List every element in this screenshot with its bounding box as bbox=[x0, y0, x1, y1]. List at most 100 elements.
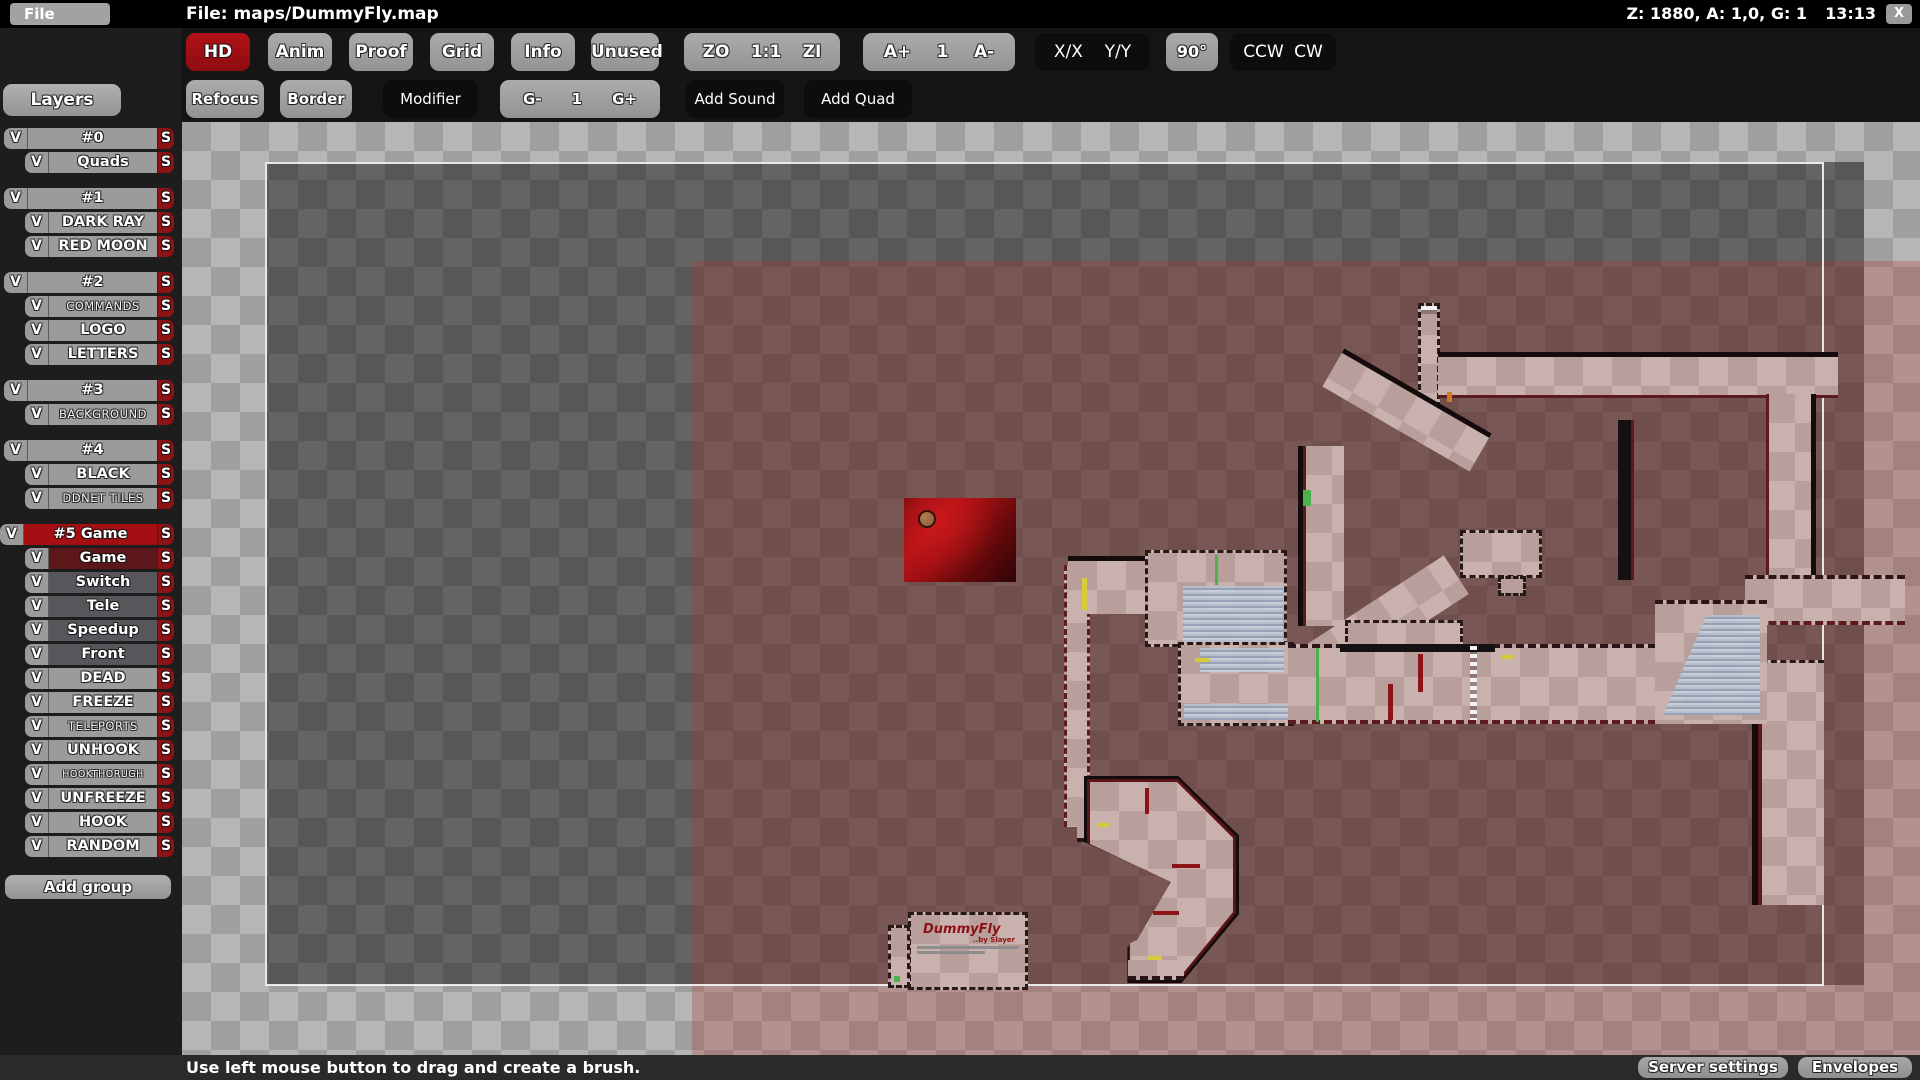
add-group-button[interactable]: Add group bbox=[5, 875, 171, 899]
anim-slower-button[interactable]: A- bbox=[974, 42, 994, 62]
layer-label[interactable]: RED MOON bbox=[49, 236, 157, 257]
grid-increase-button[interactable]: G+ bbox=[612, 90, 637, 108]
solo-button[interactable]: S bbox=[157, 788, 174, 809]
zoom-reset-button[interactable]: 1:1 bbox=[751, 42, 781, 62]
visibility-toggle[interactable]: V bbox=[25, 548, 49, 569]
solo-button[interactable]: S bbox=[157, 212, 174, 233]
solo-button[interactable]: S bbox=[157, 716, 174, 737]
solo-button[interactable]: S bbox=[157, 188, 174, 209]
visibility-toggle[interactable]: V bbox=[25, 764, 49, 785]
server-settings-button[interactable]: Server settings bbox=[1638, 1057, 1788, 1078]
solo-button[interactable]: S bbox=[157, 668, 174, 689]
visibility-toggle[interactable]: V bbox=[4, 272, 28, 293]
layer-label[interactable]: Game bbox=[49, 548, 157, 569]
layer-label[interactable]: Speedup bbox=[49, 620, 157, 641]
rotate-90-button[interactable]: 90° bbox=[1166, 33, 1218, 71]
visibility-toggle[interactable]: V bbox=[25, 788, 49, 809]
visibility-toggle[interactable]: V bbox=[25, 344, 49, 365]
solo-button[interactable]: S bbox=[157, 644, 174, 665]
solo-button[interactable]: S bbox=[157, 320, 174, 341]
visibility-toggle[interactable]: V bbox=[25, 404, 49, 425]
visibility-toggle[interactable]: V bbox=[25, 668, 49, 689]
visibility-toggle[interactable]: V bbox=[4, 128, 28, 149]
layer-label[interactable]: UNHOOK bbox=[49, 740, 157, 761]
map-canvas[interactable]: DummyFly ..by Slayer bbox=[182, 122, 1920, 1055]
layer-label[interactable]: DARK RAY bbox=[49, 212, 157, 233]
envelopes-button[interactable]: Envelopes bbox=[1798, 1057, 1912, 1078]
solo-button[interactable]: S bbox=[157, 404, 174, 425]
solo-button[interactable]: S bbox=[157, 764, 174, 785]
visibility-toggle[interactable]: V bbox=[25, 836, 49, 857]
layer-label[interactable]: #5 Game bbox=[24, 524, 157, 545]
layer-label[interactable]: COMMANDS bbox=[49, 296, 157, 317]
modifier-button[interactable]: Modifier bbox=[383, 80, 478, 118]
solo-button[interactable]: S bbox=[157, 836, 174, 857]
layer-label[interactable]: HOOKTHORUGH bbox=[49, 764, 157, 785]
solo-button[interactable]: S bbox=[157, 488, 174, 509]
visibility-toggle[interactable]: V bbox=[25, 320, 49, 341]
flip-x-button[interactable]: X/X bbox=[1054, 42, 1083, 62]
layers-panel-header[interactable]: Layers bbox=[3, 84, 121, 116]
file-menu-button[interactable]: File bbox=[10, 3, 110, 25]
solo-button[interactable]: S bbox=[157, 572, 174, 593]
solo-button[interactable]: S bbox=[157, 128, 174, 149]
solo-button[interactable]: S bbox=[157, 692, 174, 713]
layer-label[interactable]: FREEZE bbox=[49, 692, 157, 713]
close-editor-button[interactable]: X bbox=[1886, 4, 1912, 24]
solo-button[interactable]: S bbox=[157, 380, 174, 401]
visibility-toggle[interactable]: V bbox=[25, 716, 49, 737]
solo-button[interactable]: S bbox=[157, 272, 174, 293]
anim-toggle-button[interactable]: Anim bbox=[268, 33, 332, 71]
visibility-toggle[interactable]: V bbox=[25, 152, 49, 173]
solo-button[interactable]: S bbox=[157, 440, 174, 461]
layer-label[interactable]: LOGO bbox=[49, 320, 157, 341]
layer-label[interactable]: RANDOM bbox=[49, 836, 157, 857]
add-quad-button[interactable]: Add Quad bbox=[804, 80, 912, 118]
visibility-toggle[interactable]: V bbox=[25, 572, 49, 593]
layer-label[interactable]: DDNET TILES bbox=[49, 488, 157, 509]
solo-button[interactable]: S bbox=[157, 152, 174, 173]
layer-label[interactable]: HOOK bbox=[49, 812, 157, 833]
grid-toggle-button[interactable]: Grid bbox=[430, 33, 494, 71]
solo-button[interactable]: S bbox=[157, 812, 174, 833]
visibility-toggle[interactable]: V bbox=[4, 380, 28, 401]
solo-button[interactable]: S bbox=[157, 524, 174, 545]
solo-button[interactable]: S bbox=[157, 344, 174, 365]
visibility-toggle[interactable]: V bbox=[25, 812, 49, 833]
solo-button[interactable]: S bbox=[157, 740, 174, 761]
grid-decrease-button[interactable]: G- bbox=[523, 90, 542, 108]
visibility-toggle[interactable]: V bbox=[25, 692, 49, 713]
visibility-toggle[interactable]: V bbox=[4, 440, 28, 461]
solo-button[interactable]: S bbox=[157, 464, 174, 485]
visibility-toggle[interactable]: V bbox=[25, 464, 49, 485]
layer-label[interactable]: UNFREEZE bbox=[49, 788, 157, 809]
solo-button[interactable]: S bbox=[157, 620, 174, 641]
layer-label[interactable]: #1 bbox=[28, 188, 157, 209]
layer-label[interactable]: DEAD bbox=[49, 668, 157, 689]
add-sound-button[interactable]: Add Sound bbox=[686, 80, 784, 118]
layer-label[interactable]: Tele bbox=[49, 596, 157, 617]
layer-label[interactable]: Quads bbox=[49, 152, 157, 173]
layer-label[interactable]: Switch bbox=[49, 572, 157, 593]
visibility-toggle[interactable]: V bbox=[0, 524, 24, 545]
zoom-in-button[interactable]: ZI bbox=[803, 42, 822, 62]
layer-label[interactable]: #2 bbox=[28, 272, 157, 293]
visibility-toggle[interactable]: V bbox=[25, 296, 49, 317]
visibility-toggle[interactable]: V bbox=[4, 188, 28, 209]
red-gradient-quad[interactable] bbox=[904, 498, 1016, 582]
visibility-toggle[interactable]: V bbox=[25, 488, 49, 509]
zoom-out-button[interactable]: ZO bbox=[703, 42, 730, 62]
visibility-toggle[interactable]: V bbox=[25, 620, 49, 641]
solo-button[interactable]: S bbox=[157, 548, 174, 569]
solo-button[interactable]: S bbox=[157, 596, 174, 617]
layer-label[interactable]: BLACK bbox=[49, 464, 157, 485]
layer-label[interactable]: Front bbox=[49, 644, 157, 665]
layer-label[interactable]: #0 bbox=[28, 128, 157, 149]
layer-label[interactable]: #3 bbox=[28, 380, 157, 401]
solo-button[interactable]: S bbox=[157, 296, 174, 317]
rotate-cw-button[interactable]: CW bbox=[1294, 42, 1323, 62]
hd-toggle-button[interactable]: HD bbox=[186, 33, 250, 71]
flip-y-button[interactable]: Y/Y bbox=[1105, 42, 1132, 62]
layer-label[interactable]: LETTERS bbox=[49, 344, 157, 365]
red-moon-quad[interactable] bbox=[918, 510, 936, 528]
